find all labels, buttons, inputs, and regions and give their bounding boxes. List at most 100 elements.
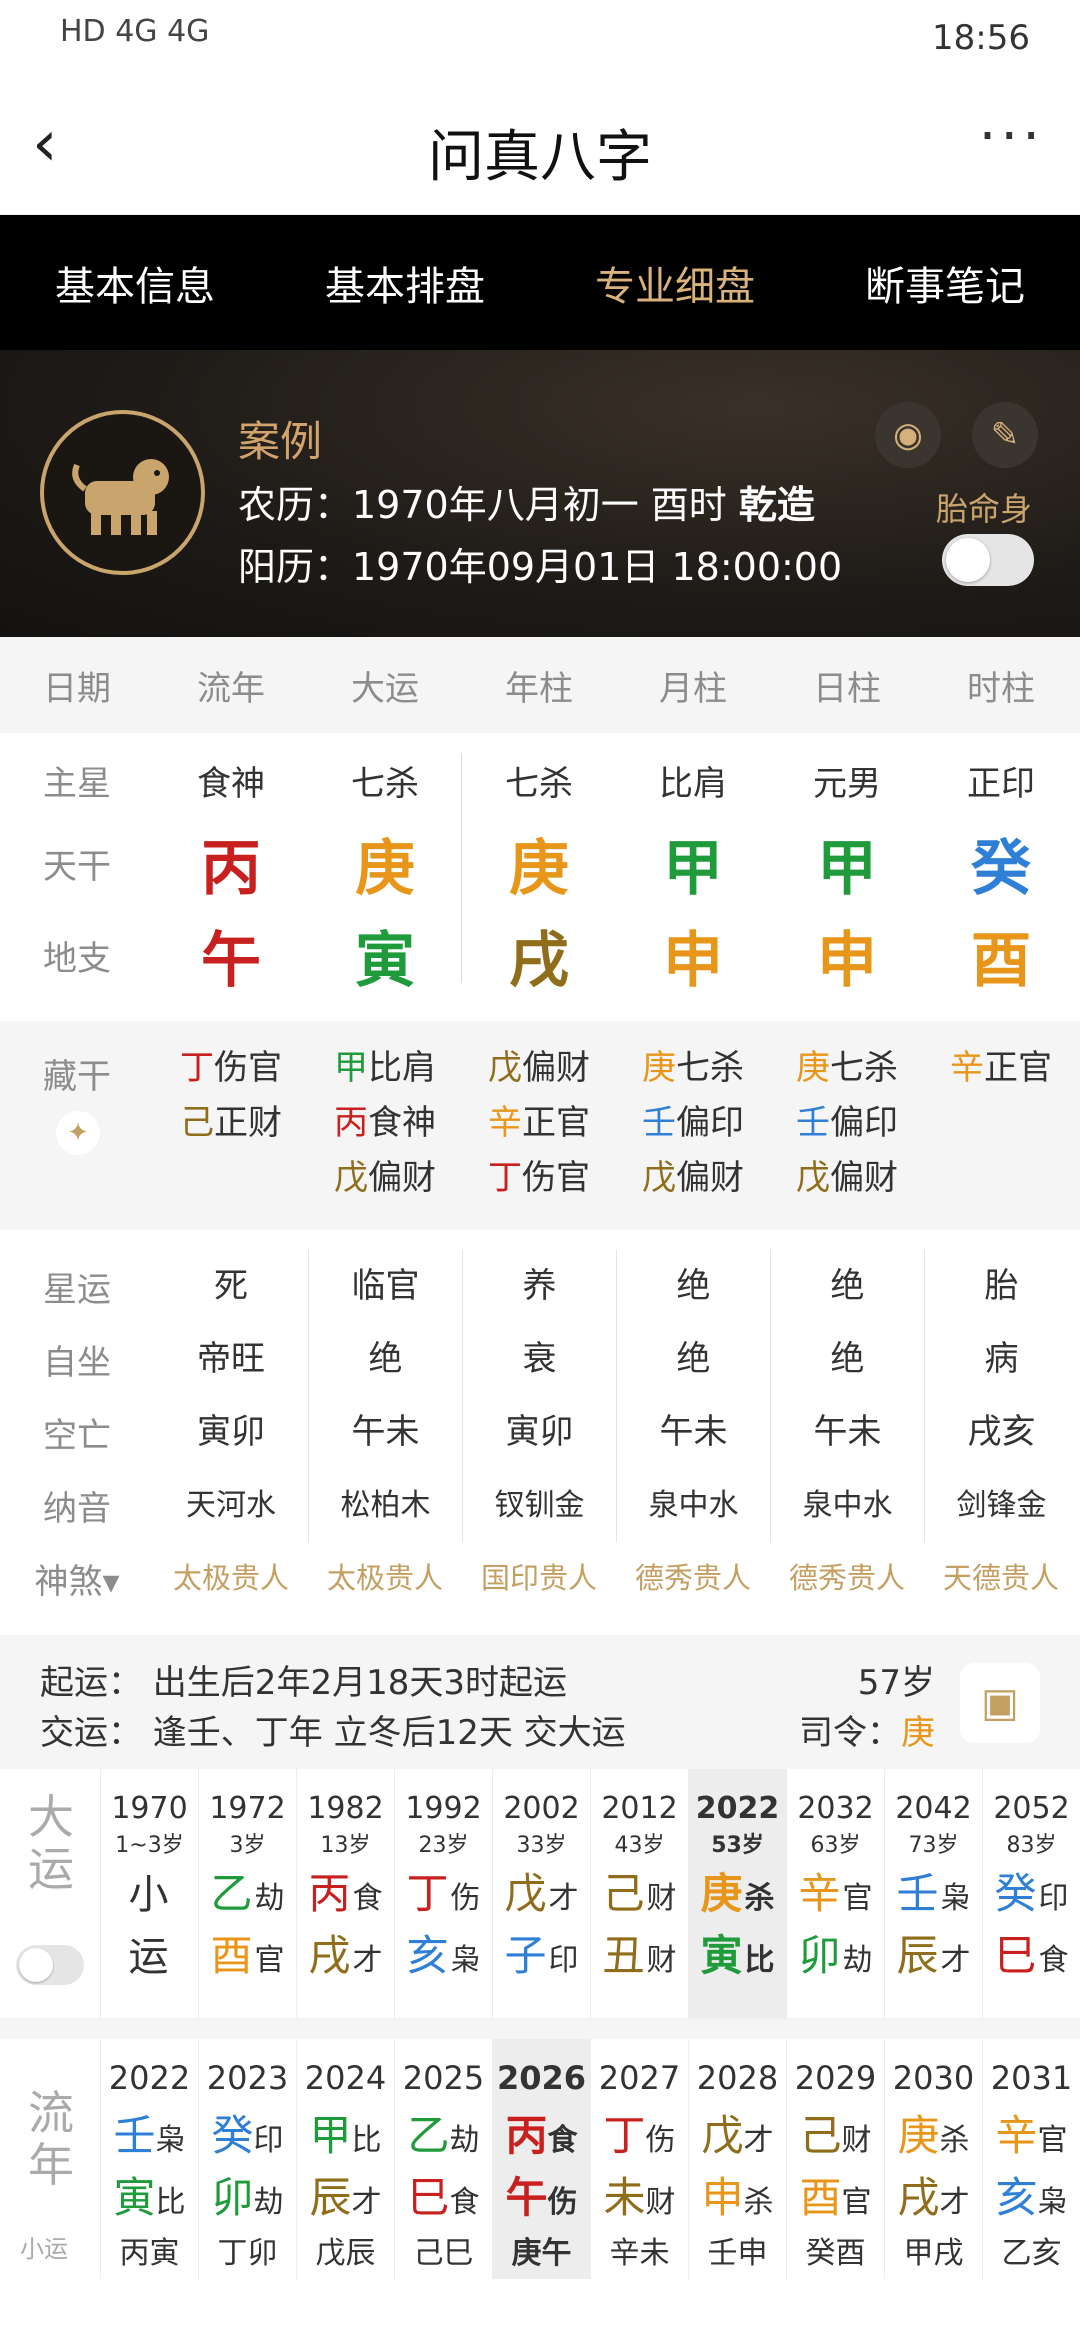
main-star-cell: 比肩 xyxy=(659,763,727,804)
eye-icon[interactable]: ◉ xyxy=(875,402,941,468)
canggan-stem: 戊 xyxy=(796,1158,830,1198)
canggan-item[interactable]: 辛正官 xyxy=(462,1096,616,1151)
nayin-row: 纳音 天河水 松柏木 钗钏金 泉中水 泉中水 剑锋金 xyxy=(0,1469,1080,1542)
canggan-item[interactable]: 戊偏财 xyxy=(616,1151,770,1206)
dayun-age: 73岁 xyxy=(908,1833,959,1858)
info-cell: 绝 xyxy=(616,1323,770,1396)
stem-char: 乙 xyxy=(407,2111,450,2160)
tiangan-cell[interactable]: 庚 xyxy=(308,820,462,907)
shensha-dropdown[interactable]: 神煞▾ xyxy=(0,1554,154,1603)
shensha-cell[interactable]: 国印贵人 xyxy=(462,1542,616,1615)
main-star-row: 主星 食神 七杀 七杀 比肩 元男 正印 xyxy=(0,743,1080,817)
dayun-col[interactable]: 1972 3岁 乙劫 酉官 xyxy=(198,1769,296,2018)
dayun-col[interactable]: 2012 43岁 己财 丑财 xyxy=(590,1769,688,2018)
more-icon[interactable]: ··· xyxy=(979,104,1044,169)
liunian-branch: 戌才 xyxy=(885,2167,982,2229)
xingyun-row: 星运 死 临官 养 绝 绝 胎 xyxy=(0,1250,1080,1323)
tiangan-cell[interactable]: 丙 xyxy=(154,820,308,907)
canggan-item[interactable]: 壬偏印 xyxy=(770,1096,924,1151)
dayun-col[interactable]: 2032 63岁 辛官 卯劫 xyxy=(786,1769,884,2018)
tab-pro-detail[interactable]: 专业细盘 xyxy=(595,254,755,312)
divider xyxy=(461,753,462,983)
dizhi-cell[interactable]: 酉 xyxy=(924,912,1078,999)
edit-icon[interactable]: ✎ xyxy=(972,402,1038,468)
dayun-age: 1~3岁 xyxy=(115,1833,184,1858)
shensha-cell[interactable]: 太极贵人 xyxy=(308,1542,462,1615)
liunian-col[interactable]: 2028 戊才 申杀 壬申 xyxy=(688,2039,786,2279)
branch-char: 酉 xyxy=(799,2173,842,2222)
dayun-col[interactable]: 2022 53岁 庚杀 寅比 xyxy=(688,1769,786,2018)
stem-god: 财 xyxy=(841,2123,872,2158)
canggan-item[interactable]: 辛正官 xyxy=(924,1041,1078,1096)
branch-char: 寅 xyxy=(700,1931,743,1980)
liunian-col[interactable]: 2030 庚杀 戌才 甲戌 xyxy=(884,2039,982,2279)
pin-icon[interactable]: ✦ xyxy=(56,1111,100,1155)
dizhi-cell[interactable]: 寅 xyxy=(308,912,462,999)
canggan-item[interactable]: 丁伤官 xyxy=(462,1151,616,1206)
stem-char: 乙 xyxy=(210,1869,253,1918)
canggan-item[interactable]: 戊偏财 xyxy=(308,1151,462,1206)
liunian-year: 2023 xyxy=(206,2059,289,2097)
dayun-year: 1972 xyxy=(209,1791,286,1826)
canggan-item[interactable]: 壬偏印 xyxy=(616,1096,770,1151)
info-cell: 绝 xyxy=(770,1250,924,1323)
dizhi-cell[interactable]: 申 xyxy=(616,912,770,999)
liunian-col[interactable]: 2025 乙劫 巳食 己巳 xyxy=(394,2039,492,2279)
tab-basic-chart[interactable]: 基本排盘 xyxy=(325,254,485,312)
branch-god: 食 xyxy=(449,2185,480,2220)
liunian-col[interactable]: 2022 壬枭 寅比 丙寅 xyxy=(100,2039,198,2279)
stem-god: 伤 xyxy=(645,2123,676,2158)
canggan-god: 正财 xyxy=(214,1103,282,1143)
canggan-item[interactable]: 丙食神 xyxy=(308,1096,462,1151)
tiangan-cell[interactable]: 癸 xyxy=(924,820,1078,907)
dayun-col[interactable]: 2052 83岁 癸印 巳食 xyxy=(982,1769,1080,2018)
liunian-year: 2027 xyxy=(598,2059,681,2097)
dayun-year: 2022 xyxy=(695,1791,780,1826)
row-label: 天干 xyxy=(43,846,111,887)
liunian-col[interactable]: 2024 甲比 辰才 戊辰 xyxy=(296,2039,394,2279)
shensha-cell[interactable]: 德秀贵人 xyxy=(770,1542,924,1615)
stem-char: 己 xyxy=(799,2111,842,2160)
tiangan-cell[interactable]: 甲 xyxy=(616,820,770,907)
dayun-toggle[interactable] xyxy=(16,1945,84,1985)
tab-notes[interactable]: 断事笔记 xyxy=(865,254,1025,312)
taimingshen-toggle[interactable] xyxy=(942,534,1034,586)
canggan-item[interactable]: 戊偏财 xyxy=(770,1151,924,1206)
branch-god: 伤 xyxy=(547,2185,578,2220)
stem-char: 庚 xyxy=(700,1869,743,1918)
liunian-col[interactable]: 2023 癸印 卯劫 丁卯 xyxy=(198,2039,296,2279)
dizhi-cell[interactable]: 戌 xyxy=(462,912,616,999)
stem-char: 小 xyxy=(128,1872,169,1918)
shensha-cell[interactable]: 太极贵人 xyxy=(154,1542,308,1615)
dayun-age: 13岁 xyxy=(320,1833,371,1858)
liunian-col[interactable]: 2031 辛官 亥枭 乙亥 xyxy=(982,2039,1080,2279)
canggan-god: 七杀 xyxy=(676,1048,744,1088)
liunian-col[interactable]: 2027 丁伤 未财 辛未 xyxy=(590,2039,688,2279)
col-liunian: 流年 xyxy=(197,668,265,709)
dayun-col[interactable]: 2002 33岁 戊才 子印 xyxy=(492,1769,590,2018)
dayun-col[interactable]: 1982 13岁 丙食 戌才 xyxy=(296,1769,394,2018)
canggan-item[interactable]: 己正财 xyxy=(154,1096,308,1151)
tiangan-cell[interactable]: 甲 xyxy=(770,820,924,907)
canggan-item[interactable]: 庚七杀 xyxy=(616,1041,770,1096)
row-label: 纳音 xyxy=(43,1489,111,1529)
canggan-god: 偏印 xyxy=(830,1103,898,1143)
canggan-item[interactable]: 丁伤官 xyxy=(154,1041,308,1096)
dayun-col[interactable]: 2042 73岁 壬枭 辰才 xyxy=(884,1769,982,2018)
shensha-cell[interactable]: 天德贵人 xyxy=(924,1542,1078,1615)
canggan-item[interactable]: 甲比肩 xyxy=(308,1041,462,1096)
shensha-cell[interactable]: 德秀贵人 xyxy=(616,1542,770,1615)
liunian-col[interactable]: 2029 己财 酉官 癸酉 xyxy=(786,2039,884,2279)
dayun-col[interactable]: 1970 1~3岁小运 xyxy=(100,1769,198,2018)
liunian-col[interactable]: 2026 丙食 午伤 庚午 xyxy=(492,2039,590,2279)
tab-basic-info[interactable]: 基本信息 xyxy=(55,254,215,312)
dizhi-cell[interactable]: 午 xyxy=(154,912,308,999)
canggan-item[interactable]: 庚七杀 xyxy=(770,1041,924,1096)
dizhi-cell[interactable]: 申 xyxy=(770,912,924,999)
tiangan-cell[interactable]: 庚 xyxy=(462,820,616,907)
canggan-item[interactable]: 戊偏财 xyxy=(462,1041,616,1096)
jiaoyun-text: 交运： 逢壬、丁年 立冬后12天 交大运 xyxy=(40,1713,626,1753)
dayun-col[interactable]: 1992 23岁 丁伤 亥枭 xyxy=(394,1769,492,2018)
branch-char: 酉 xyxy=(210,1931,253,1980)
calendar-icon[interactable]: ▣ xyxy=(960,1663,1040,1743)
